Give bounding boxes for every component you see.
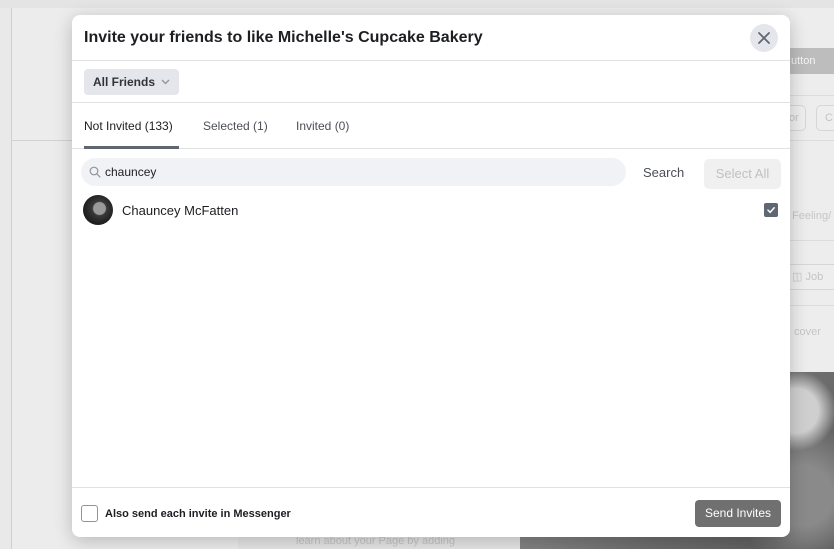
- checkmark-icon: [767, 207, 775, 214]
- tab-invited[interactable]: Invited (0): [296, 103, 349, 149]
- friend-select-checkbox[interactable]: [764, 203, 778, 217]
- friend-list-item[interactable]: Chauncey McFatten: [72, 195, 790, 227]
- page-backdrop: utton or C Feeling/ ◫ Job cover learn ab…: [0, 0, 834, 549]
- background-feeling-text: Feeling/: [792, 210, 832, 222]
- background-job-chip: ◫ Job: [783, 264, 834, 290]
- chevron-down-icon: [161, 79, 170, 85]
- avatar: [83, 195, 113, 225]
- invite-tabs: Not Invited (133) Selected (1) Invited (…: [72, 103, 790, 149]
- tab-selected[interactable]: Selected (1): [203, 103, 268, 149]
- search-icon: [89, 166, 101, 178]
- send-invites-button[interactable]: Send Invites: [695, 500, 781, 527]
- messenger-invite-label: Also send each invite in Messenger: [105, 508, 291, 520]
- messenger-invite-checkbox[interactable]: [81, 505, 98, 522]
- friend-name: Chauncey McFatten: [122, 203, 239, 218]
- dialog-footer: Also send each invite in Messenger Send …: [72, 487, 790, 537]
- background-topbar: [0, 0, 834, 8]
- close-button[interactable]: [750, 24, 778, 52]
- friends-filter-dropdown[interactable]: All Friends: [84, 69, 180, 95]
- dialog-header: Invite your friends to like Michelle's C…: [72, 15, 790, 61]
- tab-not-invited[interactable]: Not Invited (133): [84, 103, 173, 149]
- active-tab-indicator: [84, 146, 179, 149]
- search-input[interactable]: [105, 165, 605, 179]
- friends-filter-label: All Friends: [93, 75, 156, 89]
- briefcase-icon: ◫: [792, 271, 803, 283]
- dialog-title: Invite your friends to like Michelle's C…: [84, 29, 483, 46]
- filter-row: All Friends: [72, 61, 790, 103]
- background-chip: C: [816, 105, 834, 131]
- background-job-label: Job: [805, 271, 824, 283]
- background-left-pane: [0, 8, 12, 549]
- close-icon: [758, 32, 770, 44]
- select-all-button[interactable]: Select All: [704, 159, 781, 189]
- search-button[interactable]: Search: [643, 165, 684, 180]
- invite-friends-dialog: Invite your friends to like Michelle's C…: [72, 15, 790, 537]
- background-cover-text: cover: [794, 326, 821, 338]
- search-box: [81, 158, 626, 186]
